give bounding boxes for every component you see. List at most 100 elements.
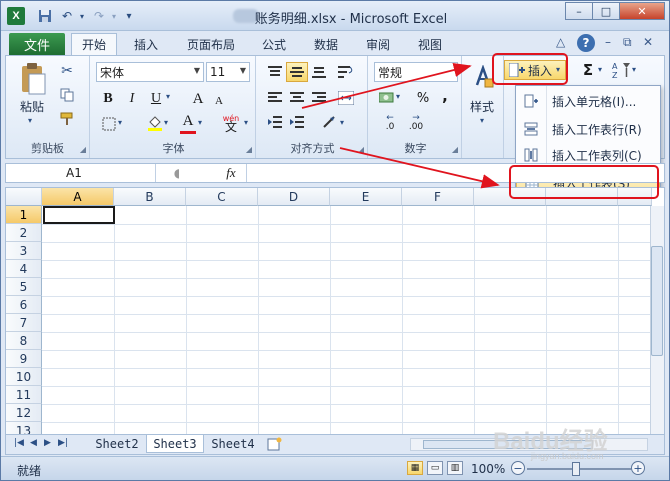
- select-all-corner[interactable]: [6, 188, 42, 206]
- paste-dropdown-icon[interactable]: ▾: [28, 116, 32, 125]
- increase-indent-icon[interactable]: [288, 114, 306, 130]
- alignment-launcher-icon[interactable]: ◢: [358, 145, 364, 154]
- tab-formulas[interactable]: 公式: [251, 33, 297, 55]
- orientation-icon[interactable]: [320, 114, 340, 130]
- column-header-B[interactable]: B: [114, 188, 186, 206]
- redo-icon[interactable]: ↷: [91, 7, 107, 25]
- decrease-decimal-button[interactable]: → .00: [404, 114, 428, 132]
- vertical-scrollbar[interactable]: [650, 206, 664, 434]
- autosum-button[interactable]: Σ: [580, 61, 596, 79]
- insert-function-button[interactable]: fx: [220, 165, 242, 181]
- decrease-indent-icon[interactable]: [266, 114, 284, 130]
- workbook-restore-icon[interactable]: ⧉: [623, 35, 632, 50]
- row-header-9[interactable]: 9: [6, 350, 42, 368]
- underline-button[interactable]: U: [148, 90, 164, 108]
- cut-icon[interactable]: ✂: [58, 62, 76, 80]
- formula-input[interactable]: [250, 166, 550, 180]
- row-header-5[interactable]: 5: [6, 278, 42, 296]
- workbook-minimize-icon[interactable]: –: [605, 35, 611, 49]
- italic-button[interactable]: I: [124, 90, 140, 108]
- row-header-2[interactable]: 2: [6, 224, 42, 242]
- minimize-button[interactable]: –: [565, 2, 593, 20]
- active-cell-A1[interactable]: [43, 206, 115, 224]
- row-header-4[interactable]: 4: [6, 260, 42, 278]
- sort-filter-dropdown-icon[interactable]: ▾: [632, 65, 636, 74]
- normal-view-button[interactable]: ▦: [407, 461, 423, 475]
- align-left-icon[interactable]: [266, 90, 284, 106]
- row-header-11[interactable]: 11: [6, 386, 42, 404]
- customize-toolbar-icon[interactable]: ▾: [123, 7, 135, 25]
- orientation-dropdown-icon[interactable]: ▾: [340, 118, 344, 127]
- clipboard-launcher-icon[interactable]: ◢: [80, 145, 86, 154]
- underline-dropdown-icon[interactable]: ▾: [166, 92, 170, 101]
- tab-home[interactable]: 开始: [71, 33, 117, 55]
- row-header-7[interactable]: 7: [6, 314, 42, 332]
- menu-item-insert-cells[interactable]: 插入单元格(I)...: [516, 88, 660, 114]
- number-format-select[interactable]: 常规: [374, 62, 458, 82]
- font-name-select[interactable]: 宋体 ▼: [96, 62, 204, 82]
- fill-color-dropdown-icon[interactable]: ▾: [164, 118, 168, 127]
- row-header-6[interactable]: 6: [6, 296, 42, 314]
- redo-dropdown-icon[interactable]: ▾: [109, 7, 119, 25]
- phonetic-guide-button[interactable]: wén 文: [218, 112, 244, 134]
- row-header-8[interactable]: 8: [6, 332, 42, 350]
- copy-icon[interactable]: [58, 86, 76, 104]
- font-launcher-icon[interactable]: ◢: [246, 145, 252, 154]
- tab-file[interactable]: 文件: [9, 33, 65, 55]
- wrap-text-icon[interactable]: [336, 64, 356, 80]
- borders-icon[interactable]: [100, 116, 118, 132]
- row-header-13[interactable]: 13: [6, 422, 42, 434]
- excel-logo-icon[interactable]: X: [7, 7, 25, 25]
- fill-color-icon[interactable]: [146, 114, 164, 132]
- workbook-close-icon[interactable]: ✕: [643, 35, 653, 49]
- help-icon[interactable]: ?: [577, 34, 595, 52]
- row-header-1[interactable]: 1: [6, 206, 42, 224]
- row-header-3[interactable]: 3: [6, 242, 42, 260]
- tab-page-layout[interactable]: 页面布局: [179, 33, 243, 55]
- shrink-font-button[interactable]: A: [212, 93, 226, 109]
- font-color-dropdown-icon[interactable]: ▾: [198, 118, 202, 127]
- sheet-tab-sheet4[interactable]: Sheet4: [204, 435, 262, 453]
- column-header-E[interactable]: E: [330, 188, 402, 206]
- paste-icon[interactable]: [18, 62, 48, 96]
- tab-insert[interactable]: 插入: [123, 33, 169, 55]
- page-layout-view-button[interactable]: ▭: [427, 461, 443, 475]
- currency-icon[interactable]: [378, 90, 396, 106]
- row-header-12[interactable]: 12: [6, 404, 42, 422]
- prev-sheet-icon[interactable]: ◀: [30, 438, 37, 448]
- align-top-icon[interactable]: [266, 64, 284, 80]
- styles-dropdown-icon[interactable]: ▾: [480, 116, 484, 125]
- autosum-dropdown-icon[interactable]: ▾: [598, 65, 602, 74]
- tab-review[interactable]: 审阅: [355, 33, 401, 55]
- merge-center-icon[interactable]: [336, 90, 356, 106]
- sheet-tab-sheet2[interactable]: Sheet2: [88, 435, 146, 453]
- close-button[interactable]: ✕: [619, 2, 665, 20]
- font-size-select[interactable]: 11 ▼: [206, 62, 250, 82]
- next-sheet-icon[interactable]: ▶: [44, 438, 51, 448]
- percent-button[interactable]: %: [414, 90, 432, 106]
- new-sheet-icon[interactable]: [266, 436, 284, 452]
- first-sheet-icon[interactable]: |◀: [14, 438, 24, 448]
- column-header-F[interactable]: F: [402, 188, 474, 206]
- borders-dropdown-icon[interactable]: ▾: [118, 118, 122, 127]
- sheet-tab-sheet3[interactable]: Sheet3: [146, 435, 204, 453]
- sort-filter-icon[interactable]: AZ: [610, 60, 632, 80]
- last-sheet-icon[interactable]: ▶|: [58, 438, 68, 448]
- align-bottom-icon[interactable]: [310, 64, 328, 80]
- paste-label[interactable]: 粘贴: [20, 98, 44, 115]
- currency-dropdown-icon[interactable]: ▾: [396, 92, 400, 101]
- increase-decimal-button[interactable]: ← .0: [378, 114, 402, 132]
- column-header-C[interactable]: C: [186, 188, 258, 206]
- formula-expand-icon[interactable]: ◖: [166, 165, 188, 181]
- align-right-icon[interactable]: [310, 90, 328, 106]
- maximize-button[interactable]: □: [592, 2, 620, 20]
- tab-view[interactable]: 视图: [407, 33, 453, 55]
- grow-font-button[interactable]: A: [190, 90, 206, 108]
- vertical-scroll-thumb[interactable]: [651, 246, 663, 356]
- phonetic-dropdown-icon[interactable]: ▾: [244, 118, 248, 127]
- row-header-10[interactable]: 10: [6, 368, 42, 386]
- format-painter-icon[interactable]: [58, 110, 76, 128]
- name-box[interactable]: A1: [6, 164, 156, 182]
- number-launcher-icon[interactable]: ◢: [452, 145, 458, 154]
- font-color-button[interactable]: A: [180, 112, 196, 134]
